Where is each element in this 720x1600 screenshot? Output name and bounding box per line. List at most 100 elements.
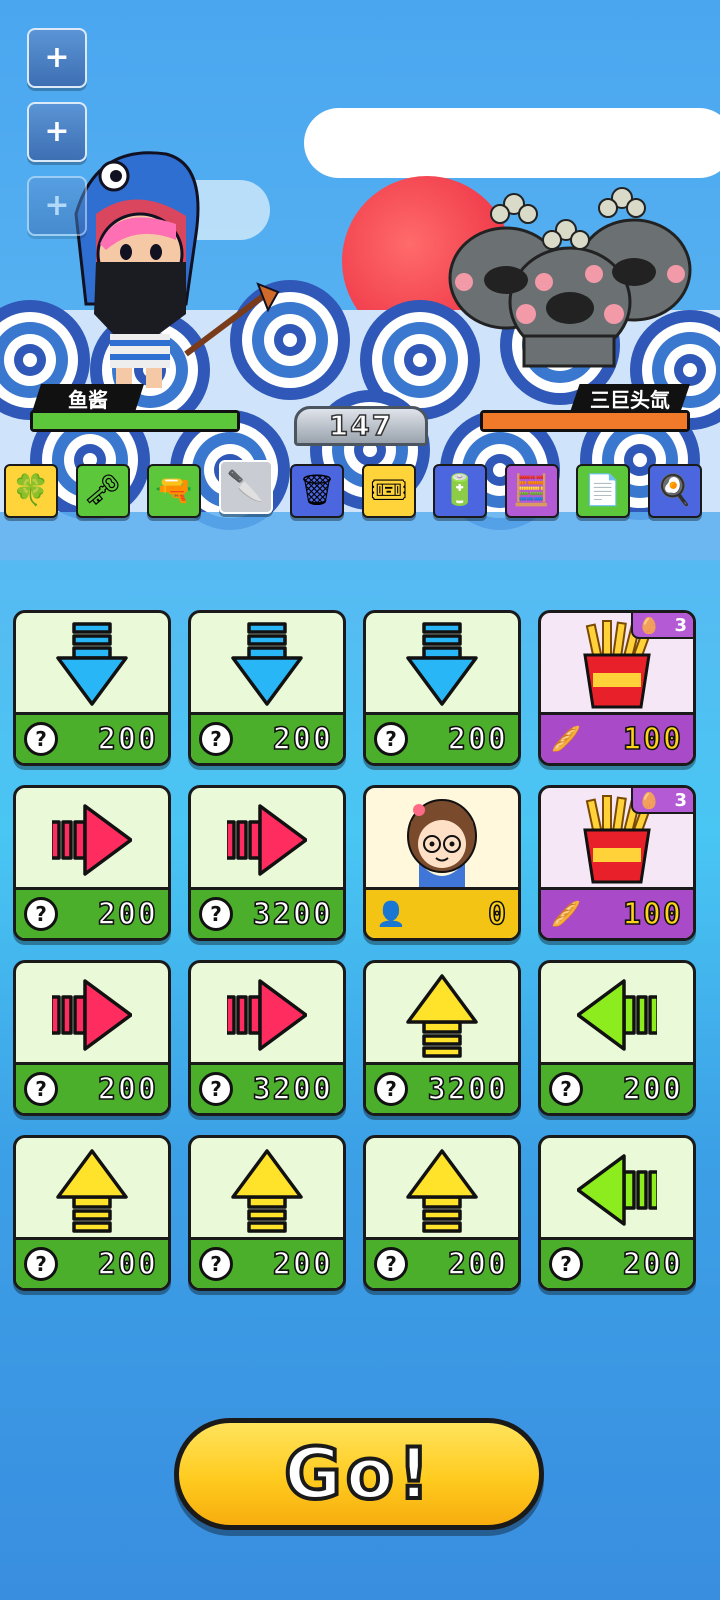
question-icon: ? [549,1072,583,1106]
question-icon: ? [549,1247,583,1281]
card-price-bar: ? 200 [366,712,518,763]
arrow-right-icon [227,804,307,876]
add-slot-button[interactable]: + [27,28,87,88]
ticket-icon: 🎟 [369,473,408,508]
arrow-right-icon [52,804,132,876]
item-slot[interactable]: 🧮 [504,464,559,518]
question-icon: ? [199,1072,233,1106]
card-price-bar: 👤 0 [366,887,518,938]
item-slot[interactable]: 🗝 [75,464,130,518]
arrow-left-icon [577,979,657,1051]
card-art [191,613,343,717]
card-price: 200 [447,721,508,758]
enemy-hp-fill [483,413,687,429]
card-price-bar: ? 3200 [366,1062,518,1113]
arrow-down-icon [231,622,303,706]
item-slot[interactable]: 🍀 [4,464,58,518]
player-hp-bar [30,410,240,432]
question-icon: ? [374,1247,408,1281]
card-price: 200 [447,1246,508,1283]
card-price-bar: ? 200 [541,1062,693,1113]
arrow-up-icon [406,974,478,1058]
card-price: 200 [272,721,333,758]
question-icon: ? [199,1247,233,1281]
card-art [16,963,168,1067]
item-slot[interactable]: 🗑 [290,464,344,518]
player-name: 鱼酱 [68,387,108,412]
card-price-bar: ? 3200 [191,887,343,938]
bread-icon: 🥖 [551,725,581,753]
arrow-right-icon [227,979,307,1051]
card-price: 200 [622,1071,683,1108]
card-art [16,1138,168,1242]
item-slot[interactable]: 🍳 [647,464,702,518]
upgrade-card[interactable]: ? 200 [363,1135,521,1291]
item-slot[interactable]: 🎟 [361,464,416,518]
frying-pan-icon: 🍳 [655,473,694,508]
item-slot[interactable]: 🔫 [147,464,201,518]
upgrade-card[interactable]: 🥚 3 🥖 100 [538,610,696,766]
upgrade-card[interactable]: ? 3200 [363,960,521,1116]
player-hp-fill [33,413,237,429]
card-price-bar: ? 200 [16,1237,168,1288]
clover-icon: 🍀 [12,473,50,508]
upgrade-card[interactable]: 🥚 3 🥖 100 [538,785,696,941]
upgrade-card[interactable]: ? 200 [363,610,521,766]
item-slot[interactable]: 🔪 [218,460,273,514]
card-price: 100 [622,721,683,758]
go-button[interactable]: Go! [174,1418,544,1530]
card-price: 200 [272,1246,333,1283]
enemy-name: 三巨头氙 [590,387,670,412]
card-price: 200 [97,721,158,758]
question-icon: ? [24,1247,58,1281]
upgrade-card[interactable]: ? 200 [538,960,696,1116]
upgrade-card[interactable]: ? 200 [188,1135,346,1291]
upgrade-card[interactable]: ? 3200 [188,960,346,1116]
three-ghost-enemy [448,187,692,368]
question-icon: ? [374,1072,408,1106]
egg-icon: 🥚 [639,790,659,810]
upgrade-card[interactable]: ? 200 [13,960,171,1116]
trash-can-icon: 🗑 [297,473,337,508]
enemy-name-plate: 三巨头氙 [570,384,690,412]
card-art [191,788,343,892]
upgrade-card[interactable]: ? 200 [188,610,346,766]
upgrade-card[interactable]: ? 200 [13,1135,171,1291]
add-slot-button[interactable]: + [27,102,87,162]
bread-icon: 🥖 [551,900,581,928]
card-price: 0 [487,896,508,933]
upgrade-card[interactable]: ? 200 [13,785,171,941]
question-icon: ? [24,722,58,756]
girl-portrait-icon [407,799,477,888]
badge-count: 3 [674,789,687,811]
plus-icon: + [44,114,70,149]
question-icon: ? [24,897,58,931]
card-art [191,963,343,1067]
upgrade-card[interactable]: ? 3200 [188,785,346,941]
card-price: 3200 [252,1071,333,1108]
person-icon: 👤 [376,900,406,928]
item-slot[interactable]: 🔋 [433,464,487,518]
stack-count-badge: 🥚 3 [631,613,693,639]
card-price-bar: ? 200 [16,712,168,763]
card-art [16,613,168,717]
arrow-left-icon [577,1154,657,1226]
card-price-bar: ? 200 [541,1237,693,1288]
player-name-plate: 鱼酱 [32,384,144,412]
upgrade-card[interactable]: 👤 0 [363,785,521,941]
card-price: 200 [97,1071,158,1108]
item-slot[interactable]: 📄 [576,464,630,518]
stack-count-badge: 🥚 3 [631,788,693,814]
arrow-up-icon [406,1149,478,1233]
card-art [366,963,518,1067]
arrow-up-icon [231,1149,303,1233]
cleaver-icon: 🔪 [226,469,265,504]
card-price: 200 [97,896,158,933]
card-art [191,1138,343,1242]
upgrade-card[interactable]: ? 200 [538,1135,696,1291]
card-price: 3200 [252,896,333,933]
card-price-bar: ? 200 [191,712,343,763]
battle-scene: 鱼酱 三巨头氙 147 🍀 🗝 🔫 🔪 🗑 🎟 🔋 🧮 📄 🍳 [0,0,720,560]
upgrade-card[interactable]: ? 200 [13,610,171,766]
card-art [16,788,168,892]
